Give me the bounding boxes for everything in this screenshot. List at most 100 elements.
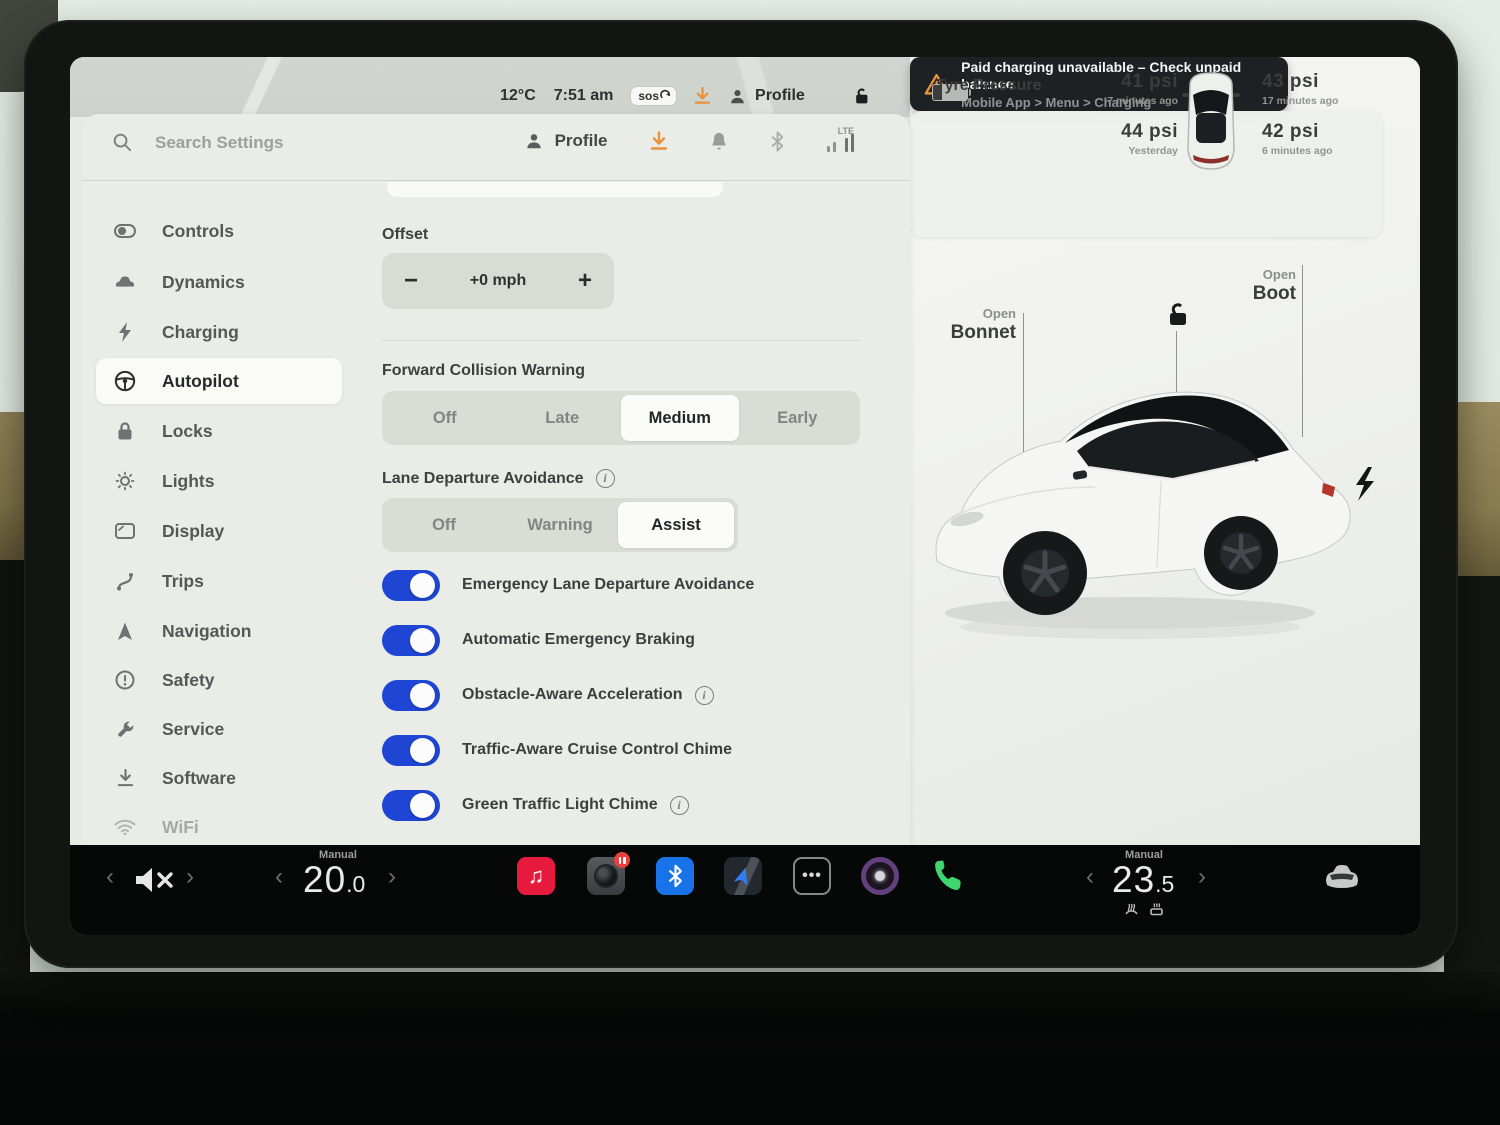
bolt-icon <box>114 322 136 342</box>
bluetooth-app-icon[interactable] <box>656 857 694 895</box>
sun-icon <box>114 471 136 491</box>
sidebar-item-dynamics[interactable]: Dynamics <box>96 259 342 305</box>
touchscreen-display: 12°C 7:51 am sos Profile 75 mi Open Bonn… <box>70 57 1420 935</box>
nav-arrow <box>732 865 754 887</box>
volume-muted-icon[interactable] <box>132 865 180 895</box>
profile-menu-button[interactable]: Profile <box>525 131 608 151</box>
lda-option-assist[interactable]: Assist <box>618 502 734 548</box>
tyre-front-left-ago: 7 minutes ago <box>1107 95 1178 107</box>
software-update-icon[interactable] <box>650 131 668 151</box>
toggle-label: Automatic Emergency Braking <box>462 631 695 649</box>
info-icon[interactable]: i <box>695 686 714 705</box>
vehicle-controls-icon[interactable] <box>1322 863 1362 891</box>
forward-collision-warning-label: Forward Collision Warning <box>382 362 585 380</box>
volume-down-chevron[interactable]: ‹ <box>106 863 114 891</box>
info-icon[interactable]: i <box>596 469 615 488</box>
car-status-panel: 75 mi Open Bonnet Open Boot <box>910 57 1420 845</box>
toggle-switch[interactable] <box>382 790 440 821</box>
music-app-icon[interactable]: ♫ <box>517 857 555 895</box>
toggle-row-green-traffic-light-chime: Green Traffic Light Chime i <box>382 788 689 822</box>
cabin-camera-icon[interactable] <box>861 857 899 895</box>
map-road <box>220 57 310 117</box>
tyre-pressure-card[interactable]: Tyre Pressure 41 psi 7 minutes ago 44 ps… <box>910 111 1382 237</box>
driver-temp-down-chevron[interactable]: ‹ <box>275 863 283 891</box>
car-unlocked-icon[interactable] <box>1162 300 1192 330</box>
info-icon[interactable]: i <box>670 796 689 815</box>
passenger-temp-value[interactable]: 23 .5 <box>1112 859 1174 901</box>
sidebar-item-wifi[interactable]: WiFi <box>96 804 342 850</box>
sidebar-item-service[interactable]: Service <box>96 706 342 752</box>
person-icon <box>729 88 746 105</box>
sidebar-item-trips[interactable]: Trips <box>96 558 342 604</box>
sos-badge[interactable]: sos <box>631 87 676 105</box>
phone-app-icon[interactable] <box>928 857 966 895</box>
fcw-option-medium[interactable]: Medium <box>621 395 739 441</box>
offset-decrease-button[interactable]: − <box>404 269 418 293</box>
toggle-switch[interactable] <box>382 680 440 711</box>
sidebar-item-charging[interactable]: Charging <box>96 309 342 355</box>
music-note-glyph: ♫ <box>528 863 545 889</box>
fcw-option-off[interactable]: Off <box>386 395 504 441</box>
person-icon <box>525 132 543 150</box>
outside-temperature[interactable]: 12°C <box>500 87 536 105</box>
tyre-front-left-psi: 41 psi <box>1121 71 1178 93</box>
passenger-temp-up-chevron[interactable]: › <box>1198 863 1206 891</box>
driver-temp-value[interactable]: 20 .0 <box>303 859 365 901</box>
search-icon <box>112 132 133 153</box>
driver-profile-button[interactable]: Profile <box>729 87 805 105</box>
search-settings-field[interactable]: Search Settings <box>112 132 284 153</box>
open-boot-button[interactable]: Open Boot <box>1218 267 1296 305</box>
offset-increase-button[interactable]: + <box>578 269 592 293</box>
sidebar-item-lights[interactable]: Lights <box>96 458 342 504</box>
sidebar-label: Software <box>162 768 236 789</box>
driver-temp-up-chevron[interactable]: › <box>388 863 396 891</box>
tyre-rear-left-psi: 44 psi <box>1121 121 1178 143</box>
toggle-switch[interactable] <box>382 625 440 656</box>
more-apps-icon[interactable]: ••• <box>793 857 831 895</box>
software-update-icon[interactable] <box>694 87 711 105</box>
sos-label: sos <box>638 89 659 103</box>
screen-icon <box>114 523 136 539</box>
download-icon <box>114 769 136 788</box>
toggle-switch[interactable] <box>382 570 440 601</box>
lane-departure-avoidance-segmented: Off Warning Assist <box>382 498 738 552</box>
sidebar-item-software[interactable]: Software <box>96 755 342 801</box>
sidebar-item-safety[interactable]: Safety <box>96 657 342 703</box>
sidebar-item-controls[interactable]: Controls <box>96 208 342 254</box>
refresh-arrow-icon <box>660 89 671 100</box>
notifications-bell-icon[interactable] <box>710 131 728 151</box>
lda-option-warning[interactable]: Warning <box>502 502 618 548</box>
unlocked-icon[interactable] <box>851 87 870 106</box>
lda-option-off[interactable]: Off <box>386 502 502 548</box>
nav-arrow-icon <box>114 622 136 641</box>
tyre-pressure-title: Tyre Pressure <box>936 77 1042 95</box>
sidebar-label: Lights <box>162 471 215 492</box>
wrench-icon <box>114 720 136 739</box>
fcw-option-late[interactable]: Late <box>504 395 622 441</box>
toggle-switch[interactable] <box>382 735 440 766</box>
sidebar-label: Controls <box>162 221 234 242</box>
open-bonnet-button[interactable]: Open Bonnet <box>938 306 1016 344</box>
status-bar: 12°C 7:51 am sos Profile <box>500 83 870 109</box>
offset-value: +0 mph <box>470 272 526 290</box>
navigation-app-icon[interactable] <box>724 857 762 895</box>
driver-temp-dec: .0 <box>346 871 365 898</box>
dashcam-app-icon[interactable] <box>587 857 625 895</box>
search-placeholder: Search Settings <box>155 133 284 153</box>
tyre-rear-left-ago: Yesterday <box>1128 145 1178 157</box>
bluetooth-icon[interactable] <box>770 131 785 152</box>
volume-up-chevron[interactable]: › <box>186 863 194 891</box>
sidebar-item-navigation[interactable]: Navigation <box>96 608 342 654</box>
sidebar-item-display[interactable]: Display <box>96 508 342 554</box>
sidebar-item-locks[interactable]: Locks <box>96 408 342 454</box>
lane-departure-avoidance-label: Lane Departure Avoidance i <box>382 469 615 488</box>
sidebar-label: Charging <box>162 322 239 343</box>
fcw-option-early[interactable]: Early <box>739 395 857 441</box>
toggle-label: Emergency Lane Departure Avoidance <box>462 576 754 594</box>
toggle-row-obstacle-aware-acceleration: Obstacle-Aware Acceleration i <box>382 678 714 712</box>
sidebar-label: WiFi <box>162 817 199 838</box>
vehicle-rendering[interactable] <box>925 355 1390 647</box>
passenger-temp-down-chevron[interactable]: ‹ <box>1086 863 1094 891</box>
sidebar-item-autopilot[interactable]: Autopilot <box>96 358 342 404</box>
lda-label-text: Lane Departure Avoidance <box>382 470 584 488</box>
